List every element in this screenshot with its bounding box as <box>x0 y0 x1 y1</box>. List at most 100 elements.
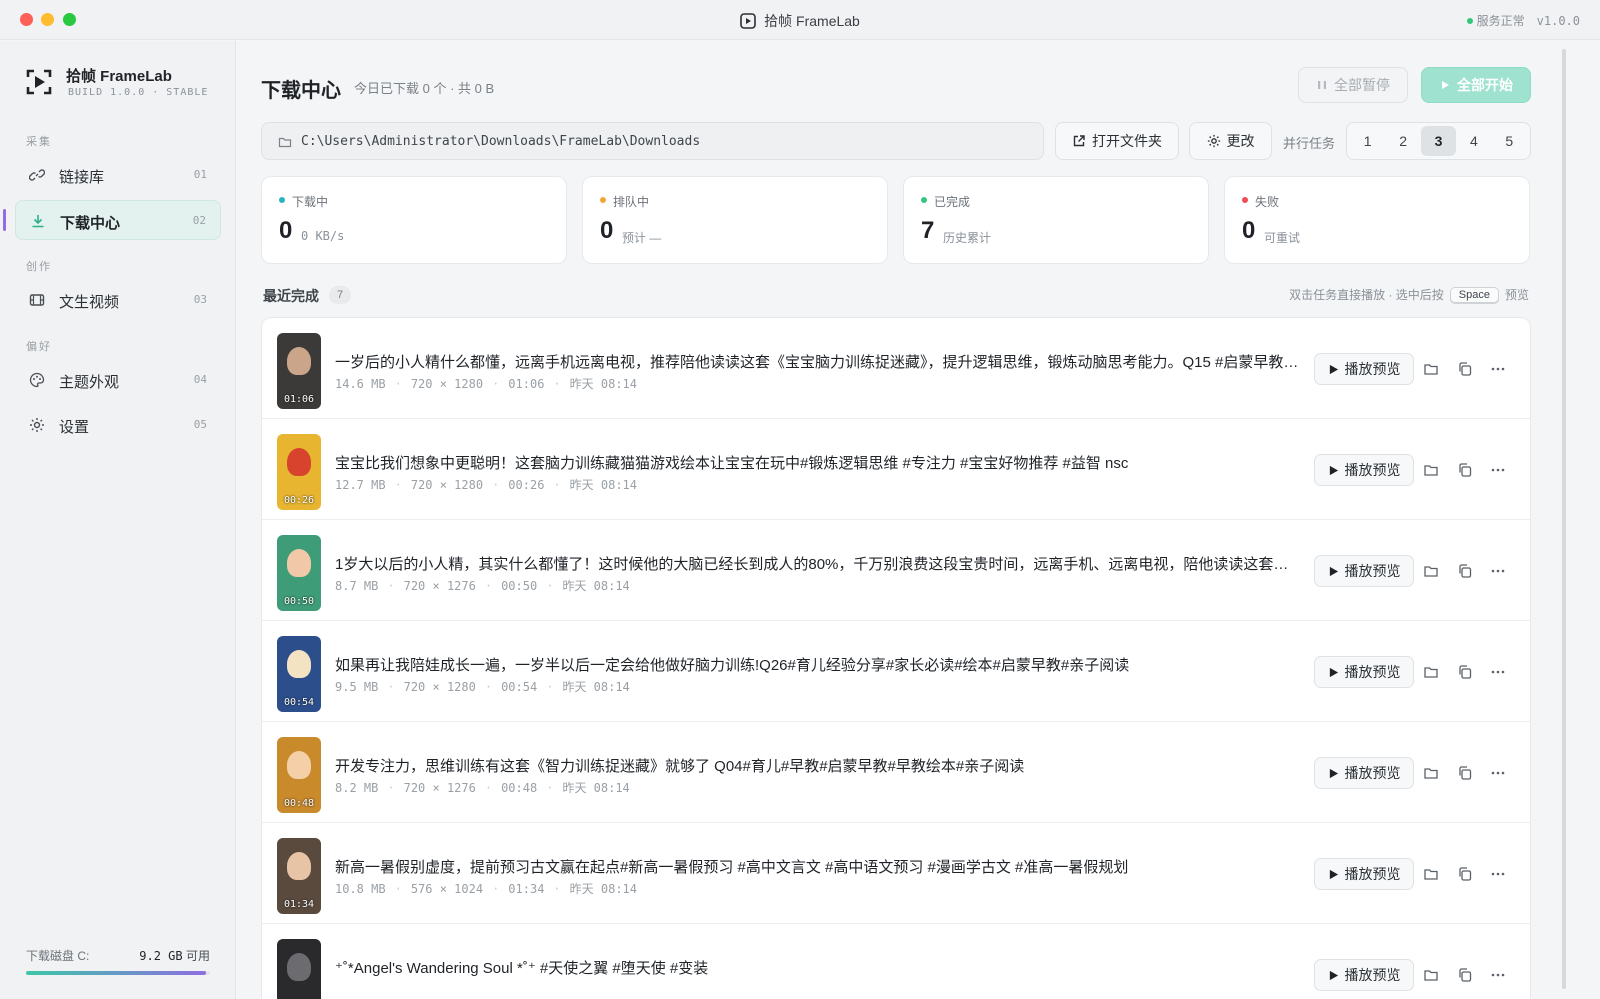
play-preview-button[interactable]: 播放预览 <box>1314 353 1414 385</box>
open-folder-icon-button[interactable] <box>1423 967 1439 983</box>
task-meta: 12.7 MB · 720 × 1280 · 00:26 · 昨天 08:14 <box>335 476 637 493</box>
meta-separator: · <box>492 478 500 492</box>
sidebar-item-download-center[interactable]: 下载中心 02 <box>15 200 221 240</box>
task-row[interactable]: 01:34 新高一暑假别虚度，提前预习古文赢在起点#新高一暑假预习 #高中文言文 … <box>262 823 1530 924</box>
more-options-button[interactable] <box>1490 967 1506 983</box>
brand-name: 拾帧 FrameLab <box>66 68 172 85</box>
copy-icon-button[interactable] <box>1457 967 1473 983</box>
task-meta-size: 8.7 MB <box>335 579 379 593</box>
meta-separator: · <box>387 680 395 694</box>
video-thumbnail[interactable]: 00:26 <box>277 434 321 510</box>
more-options-button[interactable] <box>1490 664 1506 680</box>
open-folder-icon-button[interactable] <box>1423 664 1439 680</box>
task-meta-dur: 01:34 <box>508 882 545 896</box>
copy-icon-button[interactable] <box>1457 563 1473 579</box>
sidebar-item-number: 02 <box>192 214 206 227</box>
start-all-button[interactable]: 全部开始 <box>1421 67 1531 103</box>
play-preview-label: 播放预览 <box>1344 967 1401 983</box>
more-options-button[interactable] <box>1490 765 1506 781</box>
parallel-tasks-selector[interactable]: 12345 <box>1346 122 1531 160</box>
parallel-option-5[interactable]: 5 <box>1492 126 1527 156</box>
stat-card-downloading: 下载中 0 0 KB/s <box>261 176 567 264</box>
play-icon <box>1442 81 1449 89</box>
play-preview-button[interactable]: 播放预览 <box>1314 959 1414 991</box>
parallel-option-2[interactable]: 2 <box>1385 126 1420 156</box>
video-thumbnail[interactable]: 01:06 <box>277 333 321 409</box>
open-folder-icon-button[interactable] <box>1423 866 1439 882</box>
thumbnail-figure <box>287 650 311 678</box>
task-row[interactable]: ⁺˚*Angel's Wandering Soul *˚⁺ #天使之翼 #堕天使… <box>262 924 1530 999</box>
task-row[interactable]: 00:50 1岁大以后的小人精，其实什么都懂了！这时候他的大脑已经长到成人的80%… <box>262 520 1530 621</box>
meta-separator: · <box>546 579 554 593</box>
download-path-text: C:\Users\Administrator\Downloads\FrameLa… <box>301 134 701 149</box>
download-path-field[interactable]: C:\Users\Administrator\Downloads\FrameLa… <box>261 122 1044 160</box>
task-meta-time: 昨天 08:14 <box>562 579 630 593</box>
sidebar-item-theme[interactable]: 主题外观 04 <box>15 360 221 400</box>
task-meta: 14.6 MB · 720 × 1280 · 01:06 · 昨天 08:14 <box>335 375 637 392</box>
copy-icon-button[interactable] <box>1457 664 1473 680</box>
parallel-option-1[interactable]: 1 <box>1350 126 1385 156</box>
meta-separator: · <box>546 781 554 795</box>
play-preview-label: 播放预览 <box>1344 664 1401 680</box>
open-folder-icon-button[interactable] <box>1423 462 1439 478</box>
group-label-create: 创作 <box>26 261 52 273</box>
task-row[interactable]: 00:26 宝宝比我们想象中更聪明！这套脑力训练藏猫猫游戏绘本让宝宝在玩中#锻炼逻… <box>262 419 1530 520</box>
task-meta-res: 576 × 1024 <box>410 882 484 896</box>
video-thumbnail[interactable]: 01:34 <box>277 838 321 914</box>
sidebar-item-settings[interactable]: 设置 05 <box>15 405 221 445</box>
open-folder-button[interactable]: 打开文件夹 <box>1055 122 1179 160</box>
open-folder-icon-button[interactable] <box>1423 563 1439 579</box>
task-meta-dur: 00:48 <box>501 781 538 795</box>
task-meta-time: 昨天 08:14 <box>562 781 630 795</box>
task-meta-res: 720 × 1276 <box>403 781 476 795</box>
play-icon <box>1329 566 1338 576</box>
scrollbar-thumb[interactable] <box>1562 49 1566 989</box>
task-row[interactable]: 01:06 一岁后的小人精什么都懂，远离手机远离电视，推荐陪他读读这套《宝宝脑力训… <box>262 318 1530 419</box>
video-thumbnail[interactable] <box>277 939 321 999</box>
video-thumbnail[interactable]: 00:50 <box>277 535 321 611</box>
play-preview-label: 播放预览 <box>1344 563 1401 579</box>
task-row[interactable]: 00:48 开发专注力，思维训练有这套《智力训练捉迷藏》就够了 Q04#育儿#早教… <box>262 722 1530 823</box>
start-all-label: 全部开始 <box>1457 77 1513 93</box>
copy-icon-button[interactable] <box>1457 361 1473 377</box>
thumbnail-duration: 01:34 <box>283 899 315 910</box>
more-options-button[interactable] <box>1490 563 1506 579</box>
play-preview-button[interactable]: 播放预览 <box>1314 555 1414 587</box>
video-thumbnail[interactable]: 00:54 <box>277 636 321 712</box>
play-preview-button[interactable]: 播放预览 <box>1314 757 1414 789</box>
sidebar-item-link-library[interactable]: 链接库 01 <box>15 155 221 195</box>
copy-icon-button[interactable] <box>1457 462 1473 478</box>
copy-icon-button[interactable] <box>1457 765 1473 781</box>
task-row[interactable]: 00:54 如果再让我陪娃成长一遍，一岁半以后一定会给他做好脑力训练!Q26#育儿… <box>262 621 1530 722</box>
play-preview-button[interactable]: 播放预览 <box>1314 858 1414 890</box>
more-options-button[interactable] <box>1490 462 1506 478</box>
video-thumbnail[interactable]: 00:48 <box>277 737 321 813</box>
open-folder-icon-button[interactable] <box>1423 765 1439 781</box>
thumbnail-figure <box>287 953 311 981</box>
task-title: ⁺˚*Angel's Wandering Soul *˚⁺ #天使之翼 #堕天使… <box>335 960 709 977</box>
meta-separator: · <box>553 377 561 391</box>
thumbnail-duration: 00:26 <box>283 495 315 506</box>
task-meta-size: 8.2 MB <box>335 781 379 795</box>
pause-all-button[interactable]: 全部暂停 <box>1298 67 1408 103</box>
change-path-button[interactable]: 更改 <box>1189 122 1272 160</box>
pause-icon <box>1318 81 1326 89</box>
copy-icon-button[interactable] <box>1457 866 1473 882</box>
space-key-badge: Space <box>1449 286 1499 303</box>
sidebar-item-text-to-video[interactable]: 文生视频 03 <box>15 280 221 320</box>
task-title: 如果再让我陪娃成长一遍，一岁半以后一定会给他做好脑力训练!Q26#育儿经验分享#… <box>335 657 1130 674</box>
more-icon <box>1491 367 1505 371</box>
more-options-button[interactable] <box>1490 866 1506 882</box>
open-folder-icon-button[interactable] <box>1423 361 1439 377</box>
play-preview-button[interactable]: 播放预览 <box>1314 656 1414 688</box>
play-preview-button[interactable]: 播放预览 <box>1314 454 1414 486</box>
disk-usage-fill <box>26 971 207 975</box>
scrollbar[interactable] <box>1562 41 1600 999</box>
sidebar: 拾帧 FrameLab BUILD 1.0.0 · STABLE 采集 链接库 … <box>0 41 236 999</box>
stat-card-completed: 已完成 7 历史累计 <box>903 176 1209 264</box>
more-options-button[interactable] <box>1490 361 1506 377</box>
stat-label: 排队中 <box>613 195 650 209</box>
parallel-option-3[interactable]: 3 <box>1420 126 1457 156</box>
stat-detail: 历史累计 <box>943 231 992 245</box>
parallel-option-4[interactable]: 4 <box>1456 126 1491 156</box>
